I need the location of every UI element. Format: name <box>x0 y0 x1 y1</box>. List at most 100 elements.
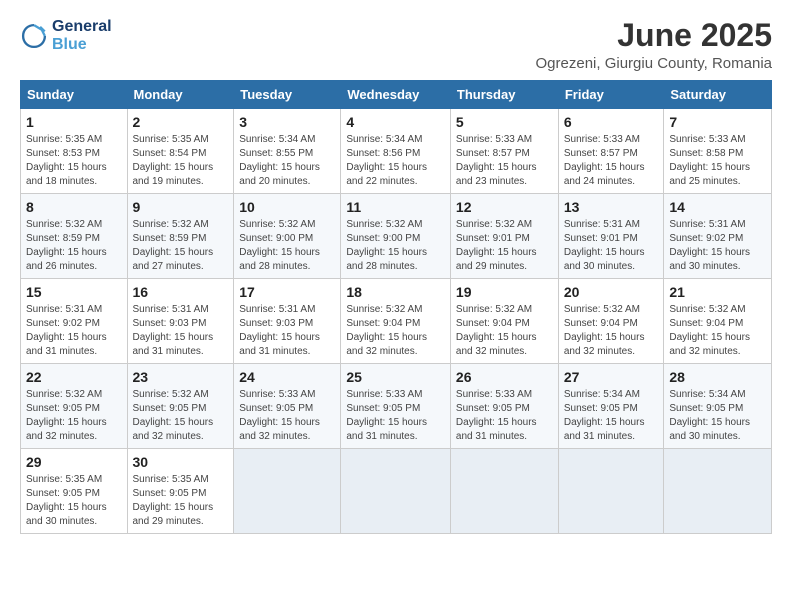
day-info: Sunrise: 5:32 AM Sunset: 9:04 PM Dayligh… <box>346 303 445 359</box>
day-number: 12 <box>456 198 553 217</box>
calendar-cell: 13Sunrise: 5:31 AM Sunset: 9:01 PM Dayli… <box>558 194 664 279</box>
calendar-table: SundayMondayTuesdayWednesdayThursdayFrid… <box>20 80 772 533</box>
calendar-weekday-monday: Monday <box>127 81 234 109</box>
day-info: Sunrise: 5:31 AM Sunset: 9:02 PM Dayligh… <box>669 218 766 274</box>
day-info: Sunrise: 5:31 AM Sunset: 9:03 PM Dayligh… <box>239 303 335 359</box>
subtitle: Ogrezeni, Giurgiu County, Romania <box>536 55 773 72</box>
calendar-weekday-sunday: Sunday <box>21 81 128 109</box>
day-number: 5 <box>456 113 553 132</box>
calendar-week-row: 29Sunrise: 5:35 AM Sunset: 9:05 PM Dayli… <box>21 448 772 533</box>
day-number: 4 <box>346 113 445 132</box>
day-number: 19 <box>456 283 553 302</box>
calendar-cell: 3Sunrise: 5:34 AM Sunset: 8:55 PM Daylig… <box>234 109 341 194</box>
day-info: Sunrise: 5:32 AM Sunset: 9:04 PM Dayligh… <box>456 303 553 359</box>
calendar-cell <box>664 448 772 533</box>
calendar-cell: 19Sunrise: 5:32 AM Sunset: 9:04 PM Dayli… <box>450 278 558 363</box>
main-title: June 2025 <box>536 18 773 53</box>
calendar-cell: 10Sunrise: 5:32 AM Sunset: 9:00 PM Dayli… <box>234 194 341 279</box>
day-number: 22 <box>26 368 122 387</box>
day-number: 28 <box>669 368 766 387</box>
calendar-cell: 6Sunrise: 5:33 AM Sunset: 8:57 PM Daylig… <box>558 109 664 194</box>
page: General Blue June 2025 Ogrezeni, Giurgiu… <box>0 0 792 612</box>
day-number: 1 <box>26 113 122 132</box>
calendar-cell: 20Sunrise: 5:32 AM Sunset: 9:04 PM Dayli… <box>558 278 664 363</box>
calendar-weekday-wednesday: Wednesday <box>341 81 451 109</box>
day-info: Sunrise: 5:32 AM Sunset: 9:05 PM Dayligh… <box>133 388 229 444</box>
day-number: 25 <box>346 368 445 387</box>
day-number: 7 <box>669 113 766 132</box>
day-info: Sunrise: 5:33 AM Sunset: 8:57 PM Dayligh… <box>564 133 659 189</box>
day-info: Sunrise: 5:33 AM Sunset: 9:05 PM Dayligh… <box>239 388 335 444</box>
calendar-week-row: 8Sunrise: 5:32 AM Sunset: 8:59 PM Daylig… <box>21 194 772 279</box>
calendar-week-row: 1Sunrise: 5:35 AM Sunset: 8:53 PM Daylig… <box>21 109 772 194</box>
day-info: Sunrise: 5:35 AM Sunset: 8:53 PM Dayligh… <box>26 133 122 189</box>
day-info: Sunrise: 5:35 AM Sunset: 8:54 PM Dayligh… <box>133 133 229 189</box>
day-number: 15 <box>26 283 122 302</box>
calendar-cell: 24Sunrise: 5:33 AM Sunset: 9:05 PM Dayli… <box>234 363 341 448</box>
logo-text: General Blue <box>52 18 112 55</box>
calendar-cell: 23Sunrise: 5:32 AM Sunset: 9:05 PM Dayli… <box>127 363 234 448</box>
day-number: 24 <box>239 368 335 387</box>
calendar-cell: 21Sunrise: 5:32 AM Sunset: 9:04 PM Dayli… <box>664 278 772 363</box>
day-number: 8 <box>26 198 122 217</box>
calendar-cell: 2Sunrise: 5:35 AM Sunset: 8:54 PM Daylig… <box>127 109 234 194</box>
day-number: 6 <box>564 113 659 132</box>
logo: General Blue <box>20 18 112 55</box>
calendar-week-row: 15Sunrise: 5:31 AM Sunset: 9:02 PM Dayli… <box>21 278 772 363</box>
calendar-cell: 18Sunrise: 5:32 AM Sunset: 9:04 PM Dayli… <box>341 278 451 363</box>
calendar-cell: 9Sunrise: 5:32 AM Sunset: 8:59 PM Daylig… <box>127 194 234 279</box>
day-info: Sunrise: 5:35 AM Sunset: 9:05 PM Dayligh… <box>133 473 229 529</box>
calendar-cell: 27Sunrise: 5:34 AM Sunset: 9:05 PM Dayli… <box>558 363 664 448</box>
day-number: 23 <box>133 368 229 387</box>
header: General Blue June 2025 Ogrezeni, Giurgiu… <box>20 18 772 72</box>
calendar-cell: 8Sunrise: 5:32 AM Sunset: 8:59 PM Daylig… <box>21 194 128 279</box>
day-info: Sunrise: 5:32 AM Sunset: 8:59 PM Dayligh… <box>133 218 229 274</box>
day-info: Sunrise: 5:34 AM Sunset: 9:05 PM Dayligh… <box>564 388 659 444</box>
day-info: Sunrise: 5:32 AM Sunset: 9:05 PM Dayligh… <box>26 388 122 444</box>
day-info: Sunrise: 5:34 AM Sunset: 8:56 PM Dayligh… <box>346 133 445 189</box>
day-info: Sunrise: 5:32 AM Sunset: 9:04 PM Dayligh… <box>564 303 659 359</box>
calendar-cell: 11Sunrise: 5:32 AM Sunset: 9:00 PM Dayli… <box>341 194 451 279</box>
day-info: Sunrise: 5:32 AM Sunset: 9:04 PM Dayligh… <box>669 303 766 359</box>
calendar-week-row: 22Sunrise: 5:32 AM Sunset: 9:05 PM Dayli… <box>21 363 772 448</box>
day-info: Sunrise: 5:35 AM Sunset: 9:05 PM Dayligh… <box>26 473 122 529</box>
day-info: Sunrise: 5:32 AM Sunset: 9:00 PM Dayligh… <box>346 218 445 274</box>
calendar-cell: 26Sunrise: 5:33 AM Sunset: 9:05 PM Dayli… <box>450 363 558 448</box>
day-number: 21 <box>669 283 766 302</box>
day-number: 27 <box>564 368 659 387</box>
day-number: 9 <box>133 198 229 217</box>
calendar-header-row: SundayMondayTuesdayWednesdayThursdayFrid… <box>21 81 772 109</box>
calendar-cell: 7Sunrise: 5:33 AM Sunset: 8:58 PM Daylig… <box>664 109 772 194</box>
calendar-cell: 17Sunrise: 5:31 AM Sunset: 9:03 PM Dayli… <box>234 278 341 363</box>
calendar-cell: 22Sunrise: 5:32 AM Sunset: 9:05 PM Dayli… <box>21 363 128 448</box>
day-number: 30 <box>133 453 229 472</box>
day-info: Sunrise: 5:33 AM Sunset: 8:57 PM Dayligh… <box>456 133 553 189</box>
day-number: 13 <box>564 198 659 217</box>
day-info: Sunrise: 5:31 AM Sunset: 9:01 PM Dayligh… <box>564 218 659 274</box>
day-number: 10 <box>239 198 335 217</box>
day-number: 16 <box>133 283 229 302</box>
day-info: Sunrise: 5:33 AM Sunset: 9:05 PM Dayligh… <box>456 388 553 444</box>
day-info: Sunrise: 5:31 AM Sunset: 9:02 PM Dayligh… <box>26 303 122 359</box>
calendar-cell: 28Sunrise: 5:34 AM Sunset: 9:05 PM Dayli… <box>664 363 772 448</box>
calendar-cell: 29Sunrise: 5:35 AM Sunset: 9:05 PM Dayli… <box>21 448 128 533</box>
day-number: 11 <box>346 198 445 217</box>
day-info: Sunrise: 5:33 AM Sunset: 9:05 PM Dayligh… <box>346 388 445 444</box>
calendar-cell: 30Sunrise: 5:35 AM Sunset: 9:05 PM Dayli… <box>127 448 234 533</box>
title-block: June 2025 Ogrezeni, Giurgiu County, Roma… <box>536 18 773 72</box>
day-number: 29 <box>26 453 122 472</box>
calendar-cell: 4Sunrise: 5:34 AM Sunset: 8:56 PM Daylig… <box>341 109 451 194</box>
day-number: 26 <box>456 368 553 387</box>
calendar-cell: 14Sunrise: 5:31 AM Sunset: 9:02 PM Dayli… <box>664 194 772 279</box>
calendar-cell <box>450 448 558 533</box>
day-info: Sunrise: 5:33 AM Sunset: 8:58 PM Dayligh… <box>669 133 766 189</box>
day-info: Sunrise: 5:32 AM Sunset: 8:59 PM Dayligh… <box>26 218 122 274</box>
calendar-weekday-friday: Friday <box>558 81 664 109</box>
calendar-cell: 16Sunrise: 5:31 AM Sunset: 9:03 PM Dayli… <box>127 278 234 363</box>
day-info: Sunrise: 5:34 AM Sunset: 8:55 PM Dayligh… <box>239 133 335 189</box>
calendar-cell: 1Sunrise: 5:35 AM Sunset: 8:53 PM Daylig… <box>21 109 128 194</box>
day-info: Sunrise: 5:32 AM Sunset: 9:00 PM Dayligh… <box>239 218 335 274</box>
day-number: 20 <box>564 283 659 302</box>
logo-icon <box>20 22 48 50</box>
calendar-cell: 25Sunrise: 5:33 AM Sunset: 9:05 PM Dayli… <box>341 363 451 448</box>
